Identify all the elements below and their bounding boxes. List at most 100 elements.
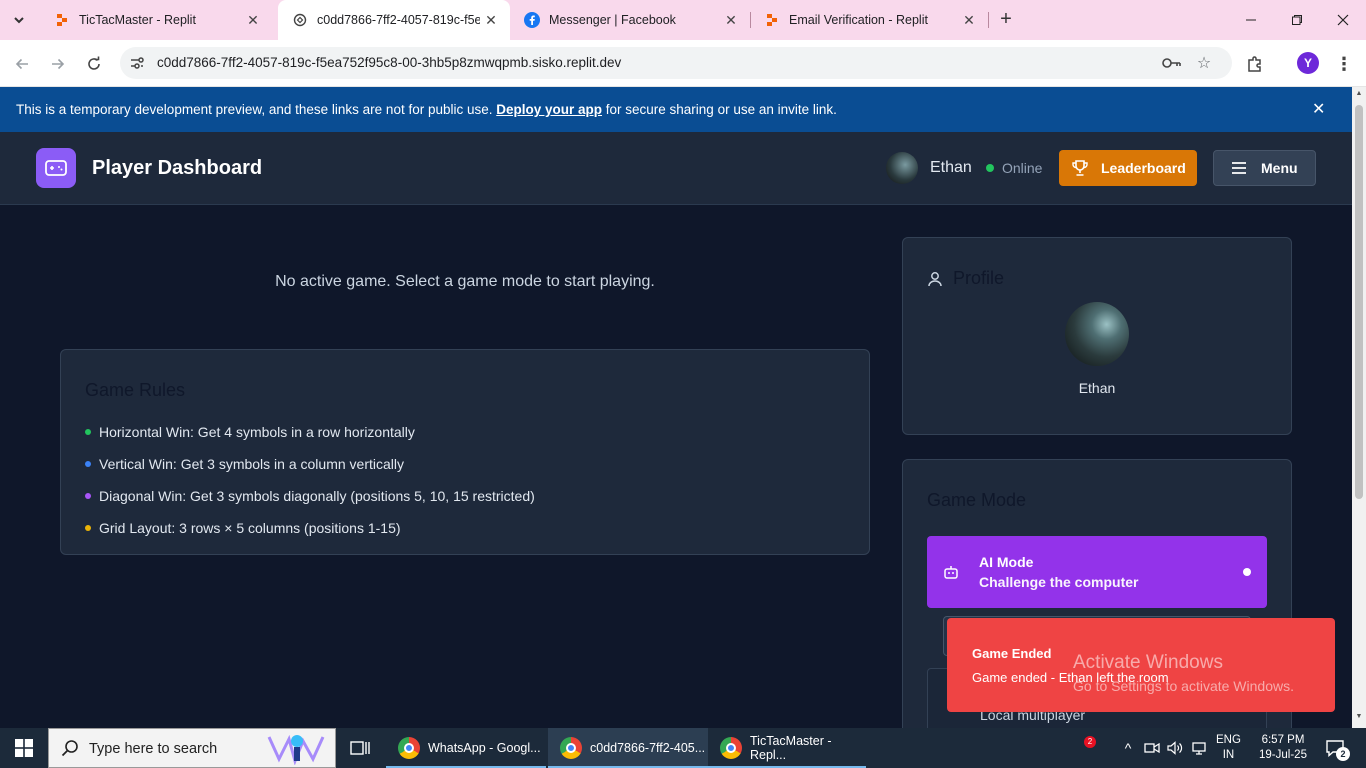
close-tab-icon[interactable]: ✕ (720, 12, 742, 29)
close-tab-icon[interactable]: ✕ (480, 12, 502, 29)
forward-button[interactable] (44, 50, 72, 78)
watermark-line1: Activate Windows (1073, 652, 1223, 673)
network-icon[interactable] (1190, 738, 1210, 758)
taskbar-app-label: TicTacMaster - Repl... (750, 734, 832, 762)
reload-icon (88, 56, 100, 70)
avatar (1065, 302, 1129, 366)
rules-list: Horizontal Win: Get 4 symbols in a row h… (85, 416, 535, 544)
menu-label: Menu (1261, 160, 1298, 176)
tab-separator (988, 12, 989, 28)
deploy-link[interactable]: Deploy your app (496, 102, 602, 117)
close-window-button[interactable] (1320, 0, 1366, 40)
browser-tab-preview[interactable]: c0dd7866-7ff2-4057-819c-f5ea ✕ (278, 0, 510, 40)
rule-text: Diagonal Win: Get 3 symbols diagonally (… (99, 488, 535, 504)
chrome-icon (720, 737, 742, 759)
search-placeholder: Type here to search (89, 741, 218, 757)
notification-badge: 2 (1084, 736, 1096, 748)
chrome-icon (560, 737, 582, 759)
avatar[interactable] (886, 152, 918, 184)
notification-count: 2 (1336, 747, 1350, 761)
volume-icon[interactable] (1165, 738, 1185, 758)
ai-mode-subtitle: Challenge the computer (979, 574, 1139, 590)
scroll-down-icon[interactable]: ▼ (1354, 713, 1364, 720)
ai-mode-option[interactable]: AI Mode Challenge the computer (927, 536, 1267, 608)
profile-card: Profile Ethan (902, 237, 1292, 435)
rule-bullet (85, 525, 91, 531)
input-language-indicator[interactable]: ENG IN (1216, 733, 1241, 763)
rule-item: Diagonal Win: Get 3 symbols diagonally (… (85, 480, 535, 512)
arrow-left-icon (15, 58, 28, 70)
minimize-button[interactable] (1228, 0, 1274, 40)
menu-button[interactable]: Menu (1213, 150, 1316, 186)
rule-text: Horizontal Win: Get 4 symbols in a row h… (99, 424, 415, 440)
close-icon (1337, 14, 1349, 26)
watermark-line2: Go to Settings to activate Windows. (1073, 678, 1294, 694)
tab-title: TicTacMaster - Replit (79, 13, 196, 27)
task-view-icon (350, 741, 370, 755)
system-clock[interactable]: 6:57 PM 19-Jul-25 (1256, 733, 1310, 763)
action-center-button[interactable]: 2 (1322, 737, 1350, 761)
address-bar[interactable]: c0dd7866-7ff2-4057-819c-f5ea752f95c8-00-… (120, 47, 1232, 79)
meet-now-icon[interactable] (1142, 738, 1162, 758)
password-key-icon[interactable] (1162, 53, 1182, 73)
browser-tab-messenger[interactable]: Messenger | Facebook ✕ (510, 0, 750, 40)
extensions-button[interactable] (1243, 52, 1267, 76)
banner-text: This is a temporary development preview,… (16, 102, 497, 117)
selected-indicator (1243, 568, 1251, 576)
gamepad-icon (36, 148, 76, 188)
restore-icon (1292, 15, 1302, 25)
online-status-dot (986, 164, 994, 172)
restore-button[interactable] (1274, 0, 1320, 40)
browser-toolbar: c0dd7866-7ff2-4057-819c-f5ea752f95c8-00-… (0, 40, 1366, 87)
rule-bullet (85, 429, 91, 435)
browser-menu-button[interactable]: ⋮ (1334, 52, 1354, 76)
close-tab-icon[interactable]: ✕ (958, 12, 980, 29)
site-info-icon[interactable] (128, 54, 146, 72)
tab-search-dropdown-button[interactable] (6, 7, 32, 33)
clock-time: 6:57 PM (1261, 734, 1305, 746)
new-tab-button[interactable]: + (994, 8, 1018, 32)
minimize-icon (1246, 19, 1256, 21)
browser-tab-email-verification[interactable]: Email Verification - Replit ✕ (750, 0, 988, 40)
start-button[interactable] (0, 728, 48, 768)
rule-bullet (85, 461, 91, 467)
bookmark-star-icon[interactable]: ☆ (1194, 53, 1214, 73)
close-tab-icon[interactable]: ✕ (242, 12, 264, 29)
leaderboard-button[interactable]: Leaderboard (1059, 150, 1197, 186)
rule-item: Vertical Win: Get 3 symbols in a column … (85, 448, 535, 480)
taskbar-app-preview[interactable]: c0dd7866-7ff2-405... (548, 728, 708, 768)
rule-text: Vertical Win: Get 3 symbols in a column … (99, 456, 404, 472)
user-name: Ethan (930, 159, 972, 176)
replit-icon (764, 12, 780, 28)
rule-bullet (85, 493, 91, 499)
taskbar-app-label: c0dd7866-7ff2-405... (590, 741, 706, 755)
taskbar-app-tictacmaster[interactable]: TicTacMaster - Repl... (708, 728, 866, 768)
hamburger-menu-icon (1231, 161, 1247, 175)
show-hidden-icons-chevron-icon[interactable]: ^ (1118, 738, 1138, 758)
trophy-icon (1071, 159, 1089, 177)
back-button[interactable] (8, 50, 36, 78)
scroll-up-icon[interactable]: ▲ (1354, 90, 1364, 97)
reload-button[interactable] (80, 50, 108, 78)
game-rules-title: Game Rules (85, 380, 186, 400)
task-view-button[interactable] (345, 736, 375, 760)
profile-avatar-button[interactable]: Y (1297, 52, 1319, 74)
banner-close-icon[interactable]: ✕ (1312, 99, 1325, 119)
browser-tab-tictacmaster[interactable]: TicTacMaster - Replit ✕ (40, 0, 272, 40)
replit-icon (54, 12, 70, 28)
taskbar-app-whatsapp[interactable]: WhatsApp - Googl... (386, 728, 546, 768)
profile-name: Ethan (1078, 380, 1116, 396)
taskbar-search-box[interactable]: Type here to search (48, 728, 336, 768)
rule-item: Horizontal Win: Get 4 symbols in a row h… (85, 416, 535, 448)
banner-message: This is a temporary development preview,… (16, 102, 837, 117)
toast-title: Game Ended (972, 646, 1052, 661)
page-scrollbar[interactable]: ▲ ▼ (1352, 87, 1366, 728)
leaderboard-label: Leaderboard (1101, 160, 1186, 176)
scrollbar-thumb[interactable] (1355, 105, 1363, 499)
language-code: ENG (1216, 734, 1241, 746)
no-active-game-message: No active game. Select a game mode to st… (275, 273, 655, 290)
page-title: Player Dashboard (92, 157, 263, 179)
game-rules-card: Game Rules Horizontal Win: Get 4 symbols… (60, 349, 870, 555)
arrow-right-icon (52, 58, 65, 70)
windows-taskbar: Type here to search WhatsApp - Googl... … (0, 728, 1366, 768)
